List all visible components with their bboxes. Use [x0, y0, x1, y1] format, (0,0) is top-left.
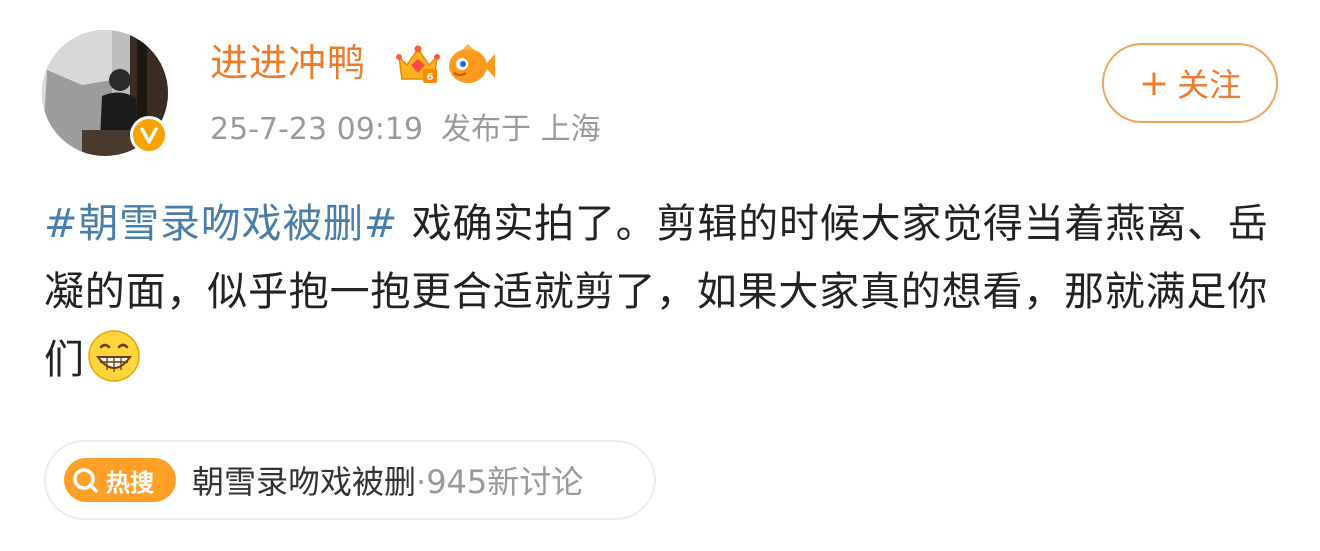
grin-emoji-icon: [88, 330, 140, 382]
hot-search-badge-label: 热搜: [106, 468, 154, 497]
plus-icon: +: [1138, 62, 1170, 104]
post-timestamp: 25-7-23 09:19: [210, 112, 424, 147]
post-text: #朝雪录吻戏被删# 戏确实拍了。剪辑的时候大家觉得当着燕离、岳凝的面，似乎抱一抱…: [44, 190, 1284, 394]
hot-search-topic: 朝雪录吻戏被删: [192, 463, 417, 501]
avatar[interactable]: [42, 30, 168, 156]
search-q-icon: [73, 468, 98, 493]
follow-label: 关注: [1177, 66, 1242, 104]
post-meta: 25-7-23 09:19 发布于 上海: [210, 108, 619, 152]
hashtag-link[interactable]: #朝雪录吻戏被删#: [44, 201, 398, 247]
verified-icon: [130, 116, 168, 154]
follow-button[interactable]: + 关注: [1102, 43, 1278, 123]
hot-search-pill[interactable]: 热搜 朝雪录吻戏被删 ·945新讨论: [44, 440, 656, 520]
hot-search-count: ·945新讨论: [416, 463, 584, 501]
username[interactable]: 进进冲鸭: [210, 38, 366, 88]
post-location: 发布于 上海: [441, 112, 601, 147]
crown-vip-icon: 6: [396, 45, 440, 83]
hot-search-badge: 热搜: [64, 458, 176, 502]
post-card: 进进冲鸭 6 25-7-23 09:19 发布于 上海 + 关注 #朝雪录吻戏被删…: [0, 0, 1320, 551]
fish-badge-icon: [449, 44, 495, 83]
svg-text:6: 6: [427, 72, 434, 83]
